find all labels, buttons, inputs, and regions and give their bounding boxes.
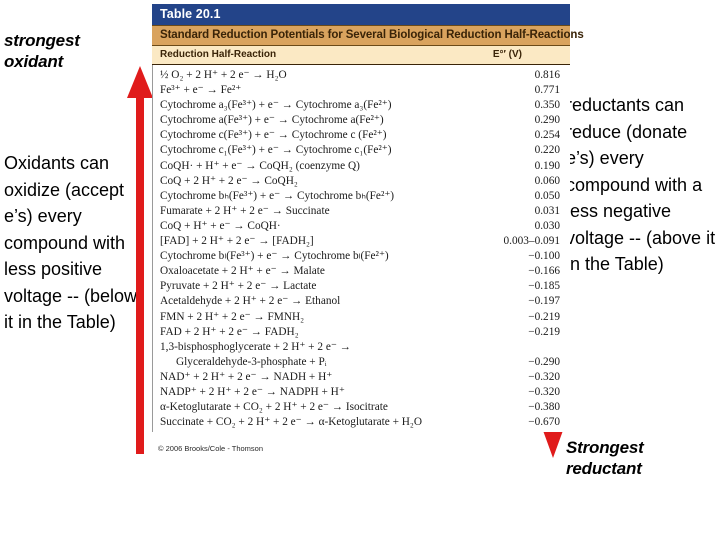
table-row: CoQH· + H⁺ + e⁻ → CoQH₂ (coenzyme Q) 0.19… — [153, 159, 570, 174]
potential-cell: 0.030 — [534, 219, 560, 232]
potential-cell: 0.771 — [534, 84, 560, 97]
reaction-cell: Pyruvate + 2 H⁺ + 2 e⁻ → Lactate — [160, 280, 317, 293]
table-row: Fumarate + 2 H⁺ + 2 e⁻ → Succinate 0.031 — [153, 204, 570, 219]
potential-cell: 0.350 — [534, 99, 560, 112]
table-row: FAD + 2 H⁺ + 2 e⁻ → FADH₂ −0.219 — [153, 325, 570, 340]
potential-cell: 0.060 — [534, 174, 560, 187]
reaction-cell: Fe³⁺ + e⁻ → Fe²⁺ — [160, 84, 242, 97]
table-row: Acetaldehyde + 2 H⁺ + 2 e⁻ → Ethanol −0.1… — [153, 294, 570, 309]
potential-cell: 0.816 — [534, 69, 560, 81]
table-row: Succinate + CO₂ + 2 H⁺ + 2 e⁻ → α-Ketogl… — [153, 415, 570, 430]
potential-cell: −0.166 — [528, 265, 560, 278]
reaction-cell: Cytochrome a(Fe³⁺) + e⁻ → Cytochrome a(F… — [160, 114, 384, 127]
strongest-reductant-label: Strongest reductant — [566, 438, 644, 478]
reaction-cell: NAD⁺ + 2 H⁺ + 2 e⁻ → NADH + H⁺ — [160, 370, 333, 383]
potential-cell: −0.670 — [528, 416, 560, 429]
table-row: Cytochrome bₕ(Fe³⁺) + e⁻ → Cytochrome bₕ… — [153, 189, 570, 204]
table-row: CoQ + H⁺ + e⁻ → CoQH· 0.030 — [153, 219, 570, 234]
reaction-cell: FMN + 2 H⁺ + 2 e⁻ → FMNH₂ — [160, 310, 305, 323]
table-row: Glyceraldehyde-3-phosphate + Pᵢ −0.290 — [153, 355, 570, 370]
table-row: Cytochrome bₗ(Fe³⁺) + e⁻ → Cytochrome bₗ… — [153, 249, 570, 264]
table-column-header-row: Reduction Half-Reaction E°′ (V) — [152, 46, 570, 65]
table-row: NADP⁺ + 2 H⁺ + 2 e⁻ → NADPH + H⁺ −0.320 — [153, 385, 570, 400]
reaction-cell: FAD + 2 H⁺ + 2 e⁻ → FADH₂ — [160, 325, 299, 338]
table-number-header: Table 20.1 — [152, 4, 570, 26]
reaction-cell: Succinate + CO₂ + 2 H⁺ + 2 e⁻ → α-Ketogl… — [160, 416, 423, 429]
table-row: NAD⁺ + 2 H⁺ + 2 e⁻ → NADH + H⁺ −0.320 — [153, 370, 570, 385]
table-figure: Table 20.1 Standard Reduction Potentials… — [152, 4, 584, 454]
potential-cell: −0.219 — [528, 325, 560, 338]
reaction-cell: Fumarate + 2 H⁺ + 2 e⁻ → Succinate — [160, 204, 330, 217]
potential-cell: −0.219 — [528, 310, 560, 323]
oxidants-description-text: Oxidants can oxidize (accept e’s) every … — [4, 153, 138, 332]
table-row: FMN + 2 H⁺ + 2 e⁻ → FMNH₂ −0.219 — [153, 310, 570, 325]
reaction-cell: CoQH· + H⁺ + e⁻ → CoQH₂ (coenzyme Q) — [160, 159, 360, 172]
potential-cell: 0.031 — [534, 204, 560, 217]
reaction-cell: CoQ + 2 H⁺ + 2 e⁻ → CoQH₂ — [160, 174, 298, 187]
reaction-cell: Acetaldehyde + 2 H⁺ + 2 e⁻ → Ethanol — [160, 295, 341, 308]
table-row: ½ O₂ + 2 H⁺ + 2 e⁻ → H₂O 0.816 — [153, 68, 570, 83]
potential-cell: 0.220 — [534, 144, 560, 157]
reaction-cell: Oxaloacetate + 2 H⁺ + e⁻ → Malate — [160, 265, 325, 278]
reaction-cell: Cytochrome bₗ(Fe³⁺) + e⁻ → Cytochrome bₗ… — [160, 250, 389, 263]
potential-cell: −0.290 — [528, 355, 560, 368]
reaction-cell: NADP⁺ + 2 H⁺ + 2 e⁻ → NADPH + H⁺ — [160, 385, 345, 398]
table-row: [FAD] + 2 H⁺ + 2 e⁻ → [FADH₂] 0.003–0.091 — [153, 234, 570, 249]
table-row: Cytochrome c₁(Fe³⁺) + e⁻ → Cytochrome c₁… — [153, 143, 570, 158]
table-row: Cytochrome a₃(Fe³⁺) + e⁻ → Cytochrome a₃… — [153, 98, 570, 113]
table-row: Cytochrome c(Fe³⁺) + e⁻ → Cytochrome c (… — [153, 128, 570, 143]
column-header-reaction: Reduction Half-Reaction — [160, 49, 277, 60]
potential-cell: 0.190 — [534, 159, 560, 172]
table-row: Pyruvate + 2 H⁺ + 2 e⁻ → Lactate −0.185 — [153, 279, 570, 294]
right-caption-block: Strongest reductant — [566, 437, 720, 479]
reaction-cell: 1,3-bisphosphoglycerate + 2 H⁺ + 2 e⁻ → — [160, 340, 351, 353]
slide-canvas: strongest oxidant Oxidants can oxidize (… — [0, 0, 720, 540]
table-row: Fe³⁺ + e⁻ → Fe²⁺ 0.771 — [153, 83, 570, 98]
table-row: Cytochrome a(Fe³⁺) + e⁻ → Cytochrome a(F… — [153, 113, 570, 128]
potential-cell: −0.380 — [528, 401, 560, 414]
potential-cell: 0.290 — [534, 114, 560, 127]
reaction-cell: Cytochrome c₁(Fe³⁺) + e⁻ → Cytochrome c₁… — [160, 144, 392, 157]
reaction-cell: α-Ketoglutarate + CO₂ + 2 H⁺ + 2 e⁻ → Is… — [160, 401, 388, 414]
table-title-header: Standard Reduction Potentials for Severa… — [152, 26, 584, 46]
reaction-cell: CoQ + H⁺ + e⁻ → CoQH· — [160, 219, 281, 232]
potential-cell: −0.100 — [528, 250, 560, 263]
table-row: α-Ketoglutarate + CO₂ + 2 H⁺ + 2 e⁻ → Is… — [153, 400, 570, 415]
potential-cell: −0.320 — [528, 385, 560, 398]
left-caption-block: strongest oxidant — [4, 30, 136, 72]
potential-cell: 0.003–0.091 — [503, 235, 560, 248]
potential-cell: 0.254 — [534, 129, 560, 142]
potential-cell: −0.320 — [528, 370, 560, 383]
table-row: Oxaloacetate + 2 H⁺ + e⁻ → Malate −0.166 — [153, 264, 570, 279]
table-row: CoQ + 2 H⁺ + 2 e⁻ → CoQH₂ 0.060 — [153, 174, 570, 189]
strongest-oxidant-label: strongest oxidant — [4, 31, 80, 71]
copyright-notice: © 2006 Brooks/Cole - Thomson — [158, 444, 264, 454]
column-header-potential: E°′ (V) — [492, 49, 522, 60]
reaction-cell: ½ O₂ + 2 H⁺ + 2 e⁻ → H₂O — [160, 69, 287, 81]
reaction-cell: Cytochrome bₕ(Fe³⁺) + e⁻ → Cytochrome bₕ… — [160, 189, 395, 202]
reaction-cell: Glyceraldehyde-3-phosphate + Pᵢ — [176, 355, 327, 368]
reaction-cell: Cytochrome c(Fe³⁺) + e⁻ → Cytochrome c (… — [160, 129, 387, 142]
potential-cell: 0.050 — [534, 189, 560, 202]
potential-cell: −0.185 — [528, 280, 560, 293]
reaction-cell: Cytochrome a₃(Fe³⁺) + e⁻ → Cytochrome a₃… — [160, 99, 392, 112]
table-body: ½ O₂ + 2 H⁺ + 2 e⁻ → H₂O 0.816 Fe³⁺ + e⁻ →… — [152, 65, 570, 433]
potential-cell: −0.197 — [528, 295, 560, 308]
reaction-cell: [FAD] + 2 H⁺ + 2 e⁻ → [FADH₂] — [160, 235, 314, 248]
table-row: 1,3-bisphosphoglycerate + 2 H⁺ + 2 e⁻ → — [153, 340, 570, 355]
reductants-description-text: reductants can reduce (donate e’s) every… — [566, 95, 716, 274]
